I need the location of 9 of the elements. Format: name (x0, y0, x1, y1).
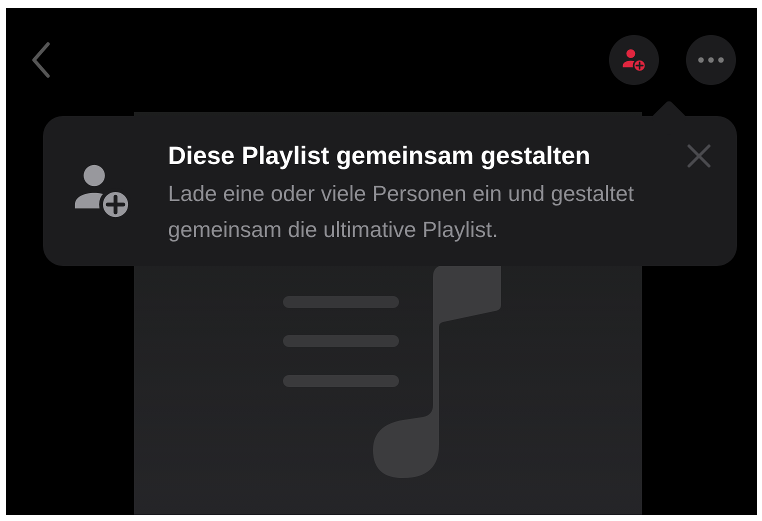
add-person-icon (73, 162, 131, 220)
tip-title: Diese Playlist gemeinsam gestalten (168, 141, 592, 172)
ellipsis-icon (698, 57, 724, 63)
add-person-icon (622, 48, 646, 72)
add-person-button[interactable] (609, 35, 659, 85)
more-button[interactable] (686, 35, 736, 85)
close-icon (687, 144, 711, 168)
chevron-left-icon (31, 42, 51, 78)
tip-text: Lade eine oder viele Personen ein und gestaltet gemeinsam die ultimative Playlist. (168, 180, 636, 244)
